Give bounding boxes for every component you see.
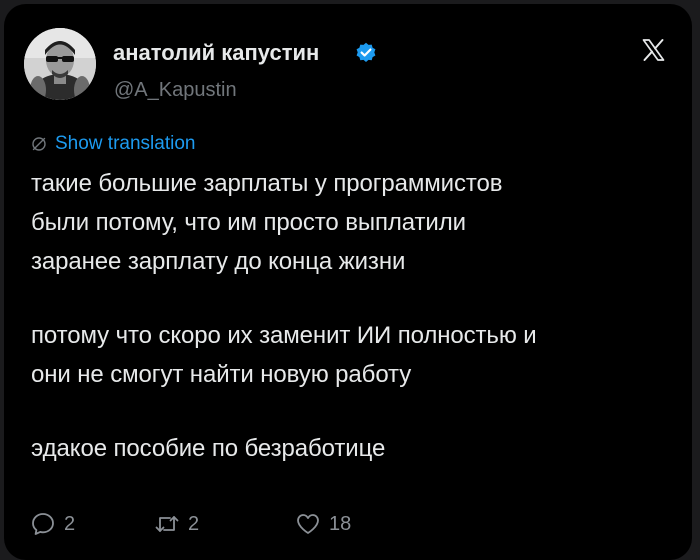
show-translation-label: Show translation [55, 133, 196, 154]
author-handle[interactable]: @A_Kapustin [114, 79, 237, 102]
repost-button[interactable]: 2 [154, 510, 199, 538]
x-logo-icon[interactable] [641, 38, 666, 62]
tweet-text-line: были потому, что им просто выплатили [31, 209, 466, 236]
speech-bubble-icon [32, 513, 54, 535]
tweet-text-line: эдакое пособие по безработице [31, 435, 386, 462]
tweet-text-line: потому что скоро их заменит ИИ полностью… [31, 322, 537, 349]
reply-button[interactable]: 2 [30, 510, 75, 538]
author-display-name[interactable]: анатолий капустин [113, 40, 319, 66]
avatar-photo [24, 28, 96, 100]
like-button[interactable]: 18 [295, 510, 351, 538]
tweet-card: анатолий капустин @A_Kapustin Show trans… [4, 4, 692, 560]
repost-arrows-icon [155, 516, 179, 532]
heart-icon [297, 514, 319, 534]
repost-count: 2 [188, 512, 200, 535]
tweet-text-line: заранее зарплату до конца жизни [31, 248, 406, 275]
show-translation-button[interactable]: Show translation [31, 132, 195, 156]
tweet-text-line: такие большие зарплаты у программистов [31, 170, 503, 197]
like-count: 18 [329, 512, 352, 535]
globe-slash-icon [32, 137, 46, 151]
avatar[interactable] [24, 28, 96, 100]
verified-badge-icon [356, 42, 376, 62]
reply-count: 2 [64, 512, 76, 535]
tweet-text-line: они не смогут найти новую работу [31, 361, 412, 388]
